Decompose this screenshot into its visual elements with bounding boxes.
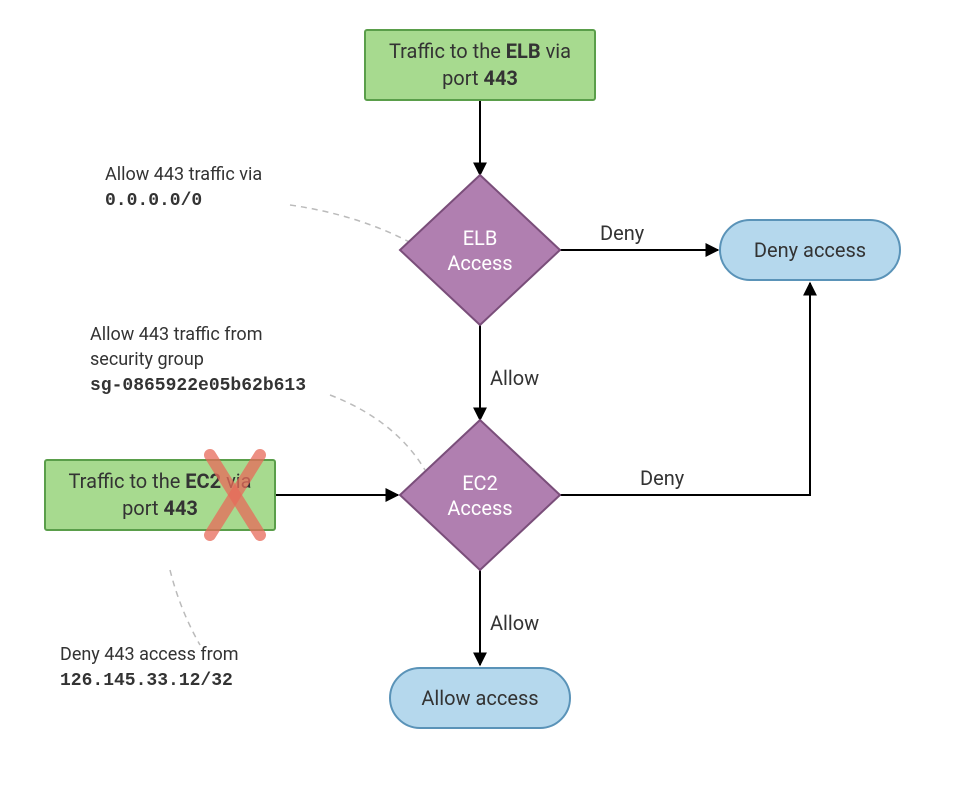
edge-label-elb-allow: Allow (490, 366, 539, 390)
svg-text:Deny access: Deny access (754, 238, 866, 262)
node-start-ec2-traffic: Traffic to the EC2 via port 443 (45, 455, 275, 535)
svg-text:security group: security group (90, 349, 204, 370)
svg-text:126.145.33.12/32: 126.145.33.12/32 (60, 671, 233, 691)
svg-text:0.0.0.0/0: 0.0.0.0/0 (105, 191, 202, 211)
svg-text:port 443: port 443 (442, 66, 518, 90)
svg-text:EC2: EC2 (462, 471, 498, 495)
node-deny-access: Deny access (720, 220, 900, 280)
svg-text:Allow 443 traffic from: Allow 443 traffic from (90, 324, 262, 345)
edge-label-elb-deny: Deny (600, 221, 645, 245)
svg-text:Allow access: Allow access (421, 686, 538, 710)
note-connector-ec2 (330, 395, 425, 470)
svg-text:sg-0865922e05b62b613: sg-0865922e05b62b613 (90, 376, 306, 396)
node-allow-access: Allow access (390, 668, 570, 728)
note-elb-allow-cidr: Allow 443 traffic via 0.0.0.0/0 (105, 164, 262, 211)
edge-label-ec2-deny: Deny (640, 466, 685, 490)
svg-text:Access: Access (447, 251, 512, 275)
node-elb-access-decision: ELB Access (400, 175, 560, 325)
edge-ec2-deny (560, 283, 810, 495)
node-ec2-access-decision: EC2 Access (400, 420, 560, 570)
svg-text:Allow 443 traffic via: Allow 443 traffic via (105, 164, 262, 185)
svg-text:Access: Access (447, 496, 512, 520)
svg-text:Traffic to the ELB via: Traffic to the ELB via (389, 39, 571, 63)
svg-text:Deny 443 access from: Deny 443 access from (60, 644, 239, 665)
node-start-elb-traffic: Traffic to the ELB via port 443 (365, 30, 595, 100)
note-deny-ip: Deny 443 access from 126.145.33.12/32 (60, 644, 239, 691)
note-connector-elb (290, 205, 415, 245)
note-connector-deny (170, 570, 200, 645)
edge-label-ec2-allow: Allow (490, 611, 539, 635)
svg-text:ELB: ELB (463, 226, 498, 250)
note-ec2-allow-sg: Allow 443 traffic from security group sg… (90, 324, 306, 396)
svg-text:port 443: port 443 (122, 496, 198, 520)
